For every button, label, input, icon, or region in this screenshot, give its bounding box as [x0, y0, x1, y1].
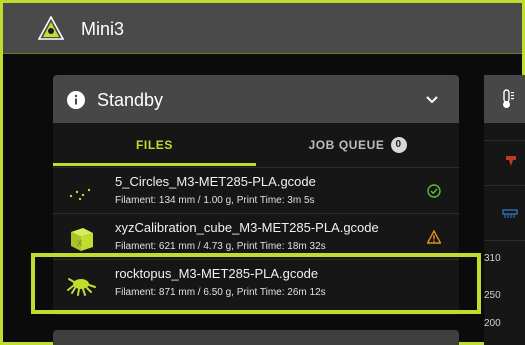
panel-header[interactable]: Standby [53, 75, 459, 123]
y-axis-tick: 200 [484, 318, 501, 329]
y-axis-tick: 310 [484, 253, 501, 264]
row-divider [484, 240, 525, 241]
tab-job-queue[interactable]: JOB QUEUE 0 [256, 123, 459, 167]
file-meta: Filament: 134 mm / 1.00 g, Print Time: 3… [115, 195, 315, 206]
warning-icon [427, 230, 441, 244]
tab-files-label: FILES [135, 138, 173, 152]
tab-files[interactable]: FILES [53, 123, 256, 167]
temperature-panel-header[interactable] [484, 75, 525, 123]
heated-bed-icon [502, 209, 518, 218]
y-axis-tick: 250 [484, 290, 501, 301]
extruder-icon [506, 156, 516, 166]
file-thumbnail-icon [69, 188, 91, 201]
svg-text:X: X [77, 239, 83, 248]
panel-title: Standby [97, 90, 164, 110]
selection-highlight [31, 253, 481, 314]
tab-job-queue-label: JOB QUEUE [308, 138, 385, 152]
file-row[interactable]: 5_Circles_M3-MET285-PLA.gcode Filament: … [53, 167, 459, 214]
row-divider [484, 140, 525, 141]
top-app-bar: Mini3 [3, 3, 522, 53]
thermometer-icon [503, 89, 514, 108]
tab-bar: FILES JOB QUEUE 0 [53, 123, 459, 167]
file-meta: Filament: 621 mm / 4.73 g, Print Time: 1… [115, 241, 326, 252]
header-divider [3, 53, 522, 54]
file-name: 5_Circles_M3-MET285-PLA.gcode [115, 174, 316, 189]
job-queue-count-badge: 0 [390, 137, 407, 153]
active-tab-indicator [53, 163, 256, 166]
check-circle-icon [427, 184, 441, 198]
app-title: Mini3 [81, 19, 125, 39]
next-panel-header [53, 330, 459, 345]
file-name: xyzCalibration_cube_M3-MET285-PLA.gcode [115, 220, 379, 235]
row-divider [484, 185, 525, 186]
printer-logo-icon [38, 16, 64, 40]
file-thumbnail-icon: X [71, 228, 93, 251]
info-icon [67, 91, 85, 109]
chevron-down-icon[interactable] [425, 95, 439, 105]
temperature-panel: 310 250 200 [484, 75, 525, 345]
